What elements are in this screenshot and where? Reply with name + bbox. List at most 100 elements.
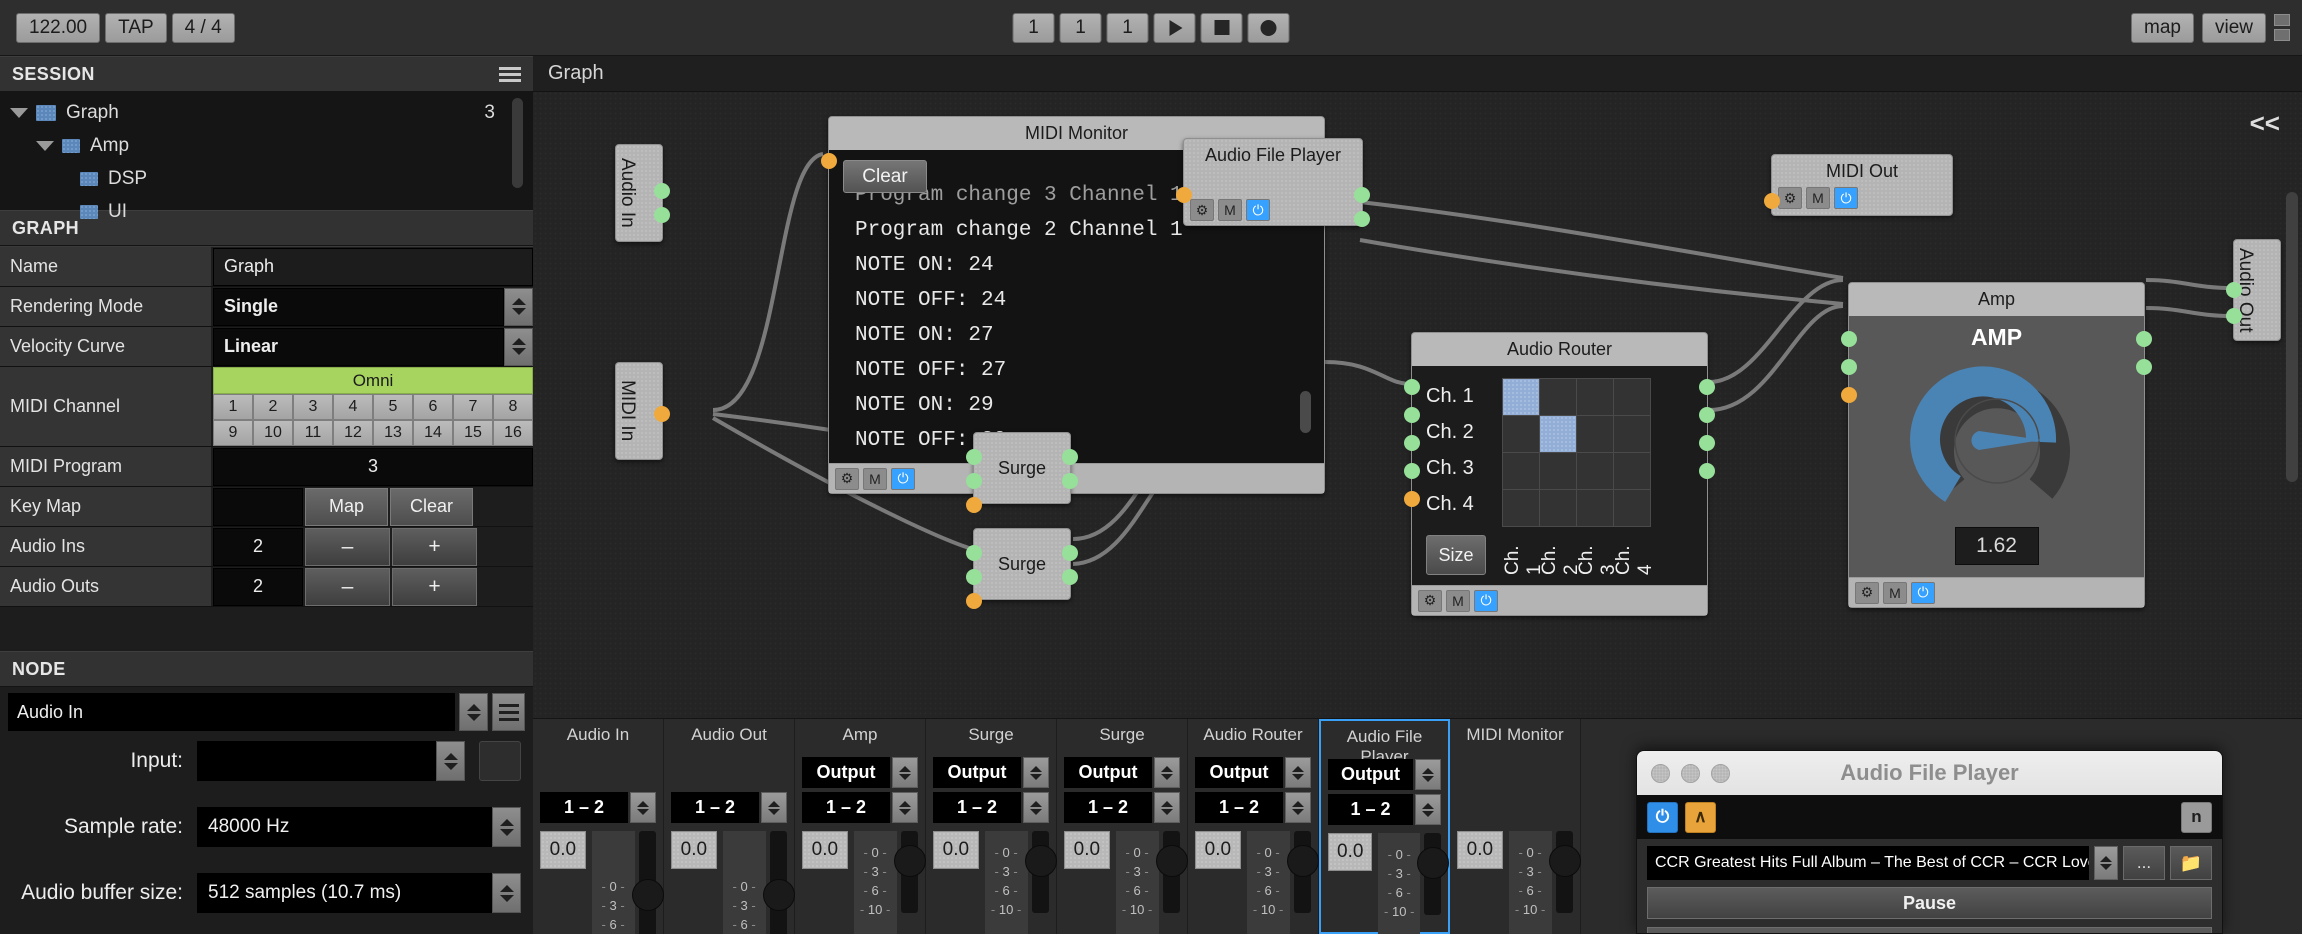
matrix-cell-3-3[interactable]: [1577, 453, 1613, 489]
port-midi-in[interactable]: [1404, 491, 1420, 507]
mixer-strip-audio-out[interactable]: Audio Out 1 – 2 0.0 - 0 - - 3 - - 6 - - …: [664, 719, 795, 934]
port-audio-out-1[interactable]: [1062, 545, 1078, 561]
strip-channel-stepper[interactable]: [1154, 792, 1180, 823]
node-midi-out[interactable]: MIDI Out ⚙ M ⏻: [1764, 154, 1953, 216]
record-button[interactable]: [1247, 12, 1290, 43]
strip-bus-value[interactable]: Output: [1328, 759, 1413, 790]
strip-channel-value[interactable]: 1 – 2: [1064, 792, 1152, 823]
midi-channel-12[interactable]: 12: [333, 420, 373, 446]
strip-bus-stepper[interactable]: [892, 757, 918, 788]
midi-program-input[interactable]: 3: [213, 447, 533, 486]
matrix-cell-4-3[interactable]: [1577, 490, 1613, 526]
strip-bus-value[interactable]: Output: [933, 757, 1021, 788]
strip-fader[interactable]: [1155, 831, 1188, 913]
fader-knob[interactable]: [1155, 845, 1188, 877]
matrix-cell-2-1[interactable]: [1503, 416, 1539, 452]
midi-omni-button[interactable]: Omni: [213, 367, 533, 394]
chevron-down-icon[interactable]: [36, 140, 54, 151]
mute-button[interactable]: M: [1883, 581, 1907, 604]
hamburger-icon[interactable]: [499, 66, 521, 82]
port-audio-in-3[interactable]: [1404, 435, 1420, 451]
fader-knob[interactable]: [1417, 847, 1450, 879]
node-audio-out[interactable]: Audio Out: [2226, 239, 2281, 341]
midi-monitor-scrollbar[interactable]: [1300, 391, 1311, 433]
midi-channel-4[interactable]: 4: [333, 394, 373, 420]
midi-channel-9[interactable]: 9: [213, 420, 253, 446]
audio-buffer-size-select[interactable]: 512 samples (10.7 ms): [197, 873, 492, 913]
tree-item-graph[interactable]: Graph 3: [0, 96, 533, 129]
midi-channel-11[interactable]: 11: [293, 420, 333, 446]
matrix-cell-1-4[interactable]: [1614, 379, 1650, 415]
audio-router-size-button[interactable]: Size: [1426, 535, 1486, 575]
port-audio-out-1[interactable]: [1699, 379, 1715, 395]
matrix-cell-2-4[interactable]: [1614, 416, 1650, 452]
strip-bus-stepper[interactable]: [1285, 757, 1311, 788]
matrix-cell-3-4[interactable]: [1614, 453, 1650, 489]
afp-more-button[interactable]: ...: [2123, 846, 2165, 880]
node-surge-2[interactable]: Surge: [966, 528, 1078, 609]
strip-gain-value[interactable]: 0.0: [540, 831, 586, 869]
node-select[interactable]: Audio In: [8, 693, 455, 731]
port-audio-in-1[interactable]: [1841, 331, 1857, 347]
folder-icon[interactable]: 📁: [2170, 846, 2212, 880]
strip-fader[interactable]: [1286, 831, 1319, 913]
strip-fader[interactable]: [631, 831, 664, 934]
window-title-bar[interactable]: Audio File Player: [1637, 751, 2222, 795]
mute-button[interactable]: M: [1218, 199, 1242, 221]
port-audio-in-4[interactable]: [1404, 463, 1420, 479]
power-icon[interactable]: ⏻: [1911, 581, 1935, 604]
strip-bus-value[interactable]: Output: [802, 757, 890, 788]
mute-button[interactable]: M: [863, 467, 887, 490]
node-amp[interactable]: Amp AMP 1.62 ⚙ M ⏻: [1841, 282, 2152, 608]
strip-channel-stepper[interactable]: [892, 792, 918, 823]
midi-channel-7[interactable]: 7: [453, 394, 493, 420]
graph-vertical-scrollbar[interactable]: [2286, 192, 2298, 482]
matrix-cell-2-2[interactable]: [1540, 416, 1576, 452]
time-signature-button[interactable]: 4 / 4: [171, 12, 235, 43]
fader-knob[interactable]: [1286, 845, 1319, 877]
power-icon[interactable]: ⏻: [891, 467, 915, 490]
strip-channel-value[interactable]: 1 – 2: [1195, 792, 1283, 823]
matrix-cell-3-1[interactable]: [1503, 453, 1539, 489]
velocity-curve-select[interactable]: Linear: [213, 327, 504, 366]
matrix-cell-2-3[interactable]: [1577, 416, 1613, 452]
amp-value-display[interactable]: 1.62: [1954, 527, 2039, 565]
port-audio-in-2[interactable]: [966, 473, 982, 489]
port-audio-out-1[interactable]: [1354, 187, 1370, 203]
node-midi-in[interactable]: MIDI In: [615, 362, 670, 460]
velocity-curve-stepper[interactable]: [504, 327, 533, 366]
rendering-mode-stepper[interactable]: [504, 287, 533, 326]
strip-gain-value[interactable]: 0.0: [802, 831, 848, 869]
port-audio-out-2[interactable]: [1354, 211, 1370, 227]
strip-gain-value[interactable]: 0.0: [1328, 833, 1373, 871]
midi-channel-13[interactable]: 13: [373, 420, 413, 446]
strip-channel-stepper[interactable]: [1415, 794, 1441, 825]
strip-channel-value[interactable]: 1 – 2: [1328, 794, 1413, 825]
hamburger-icon[interactable]: [492, 693, 525, 731]
audio-router-matrix[interactable]: [1502, 378, 1651, 527]
port-audio-in-2[interactable]: [966, 569, 982, 585]
midi-monitor-clear-button[interactable]: Clear: [843, 160, 927, 193]
midi-channel-1[interactable]: 1: [213, 394, 253, 420]
midi-channel-3[interactable]: 3: [293, 394, 333, 420]
port-midi-out[interactable]: [654, 406, 670, 422]
port-midi-in[interactable]: [966, 497, 982, 513]
strip-gain-value[interactable]: 0.0: [933, 831, 979, 869]
port-audio-out-2[interactable]: [1062, 473, 1078, 489]
midi-channel-6[interactable]: 6: [413, 394, 453, 420]
fader-knob[interactable]: [631, 879, 664, 911]
port-audio-in-2[interactable]: [2226, 308, 2242, 324]
gear-icon[interactable]: ⚙: [1855, 581, 1879, 604]
power-icon[interactable]: ⏻: [1474, 589, 1498, 612]
port-audio-in-1[interactable]: [2226, 282, 2242, 298]
port-audio-out-3[interactable]: [1699, 435, 1715, 451]
matrix-cell-3-2[interactable]: [1540, 453, 1576, 489]
audio-ins-value[interactable]: 2: [213, 527, 303, 566]
power-icon[interactable]: ⏻: [1834, 187, 1858, 209]
port-audio-out-1[interactable]: [2136, 331, 2152, 347]
afp-file-stepper[interactable]: [2094, 846, 2118, 880]
mute-button[interactable]: M: [1806, 187, 1830, 209]
n-button[interactable]: n: [2181, 801, 2212, 833]
midi-channel-2[interactable]: 2: [253, 394, 293, 420]
fader-knob[interactable]: [762, 879, 795, 911]
